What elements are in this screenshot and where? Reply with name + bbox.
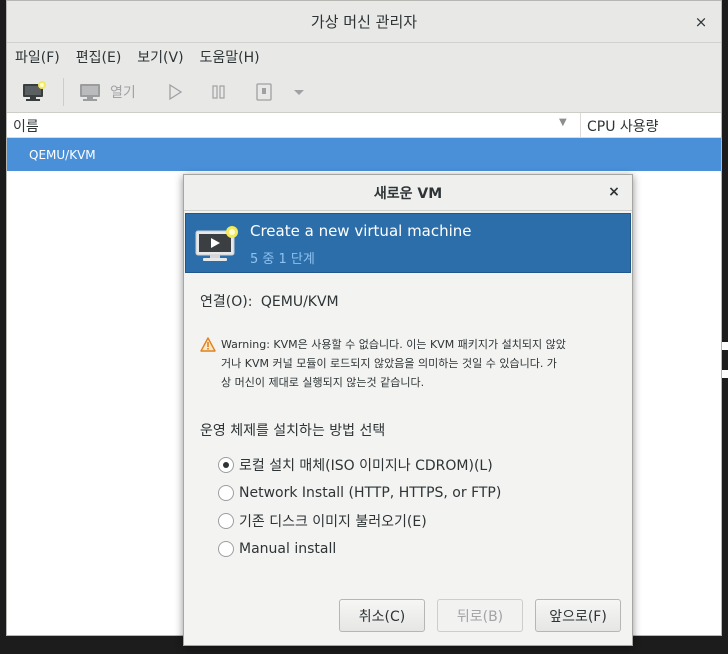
- window-titlebar: 가상 머신 관리자 ×: [7, 1, 721, 43]
- warning-text: Warning: KVM은 사용할 수 없습니다. 이는 KVM 패키지가 설치…: [221, 335, 610, 392]
- radio-local-media[interactable]: [218, 457, 234, 473]
- shutdown-dropdown-button[interactable]: [286, 76, 312, 108]
- option-label: 기존 디스크 이미지 불러오기(E): [239, 514, 427, 530]
- pause-button[interactable]: [204, 76, 234, 108]
- edge-decoration-inner: [722, 350, 728, 370]
- vm-monitor-icon: [195, 226, 238, 261]
- install-method-label: 운영 체제를 설치하는 방법 선택: [200, 423, 386, 439]
- dropdown-icon: [293, 89, 304, 95]
- banner-title: Create a new virtual machine: [250, 222, 472, 240]
- vm-list-header: 이름 ▼ CPU 사용량: [7, 113, 721, 138]
- connection-row: 연결(O): QEMU/KVM: [200, 291, 339, 311]
- radio-network-install[interactable]: [218, 485, 234, 501]
- vm-list-row[interactable]: QEMU/KVM: [7, 138, 721, 171]
- option-import-disk[interactable]: 기존 디스크 이미지 불러오기(E): [218, 507, 501, 535]
- open-console-button[interactable]: 열기: [72, 76, 142, 108]
- warning-icon: [200, 337, 216, 352]
- connection-label: 연결(O):: [200, 294, 253, 310]
- forward-button[interactable]: 앞으로(F): [535, 599, 621, 632]
- menu-edit[interactable]: 편집(E): [76, 47, 122, 67]
- warning-line: 상 머신이 제대로 실행되지 않는것 같습니다.: [221, 376, 425, 389]
- dialog-title: 새로운 VM: [373, 185, 443, 202]
- run-button[interactable]: [160, 76, 190, 108]
- sort-down-icon: ▼: [559, 117, 567, 128]
- banner-step: 5 중 1 단계: [250, 252, 315, 267]
- kvm-warning: Warning: KVM은 사용할 수 없습니다. 이는 KVM 패키지가 설치…: [200, 335, 610, 392]
- cancel-button[interactable]: 취소(C): [339, 599, 425, 632]
- back-button[interactable]: 뒤로(B): [437, 599, 523, 632]
- shutdown-button[interactable]: [248, 76, 280, 108]
- open-console-icon: [80, 83, 100, 101]
- dialog-close-button[interactable]: ×: [604, 182, 624, 202]
- open-label: 열기: [110, 84, 136, 101]
- warning-line: 거나 KVM 커널 모듈이 로드되지 않았음을 의미하는 것일 수 있습니다. …: [221, 357, 557, 370]
- window-close-button[interactable]: ×: [691, 12, 711, 32]
- toolbar: 열기: [7, 71, 721, 113]
- menu-view[interactable]: 보기(V): [137, 47, 183, 67]
- toolbar-separator: [63, 77, 64, 106]
- install-options: 로컬 설치 매체(ISO 이미지나 CDROM)(L) Network Inst…: [218, 451, 501, 563]
- run-icon: [169, 83, 182, 100]
- warning-line: Warning: KVM은 사용할 수 없습니다. 이는 KVM 패키지가 설치…: [221, 338, 566, 351]
- column-cpu-header[interactable]: CPU 사용량: [587, 116, 659, 136]
- option-network-install[interactable]: Network Install (HTTP, HTTPS, or FTP): [218, 479, 501, 507]
- option-label: Manual install: [239, 541, 337, 557]
- window-title: 가상 머신 관리자: [310, 13, 418, 31]
- option-label: Network Install (HTTP, HTTPS, or FTP): [239, 485, 502, 501]
- new-vm-button[interactable]: [15, 76, 55, 108]
- option-label: 로컬 설치 매체(ISO 이미지나 CDROM)(L): [239, 458, 493, 474]
- wizard-banner: Create a new virtual machine 5 중 1 단계: [185, 213, 631, 273]
- shutdown-icon: [256, 82, 272, 101]
- pause-icon: [212, 84, 225, 99]
- new-vm-dialog: 새로운 VM × Create a new virtual machine 5 …: [183, 174, 633, 646]
- menu-file[interactable]: 파일(F): [15, 47, 60, 67]
- new-vm-icon: [23, 80, 46, 101]
- radio-manual-install[interactable]: [218, 541, 234, 557]
- menubar: 파일(F) 편집(E) 보기(V) 도움말(H): [7, 43, 721, 71]
- menu-help[interactable]: 도움말(H): [200, 47, 260, 67]
- option-manual-install[interactable]: Manual install: [218, 535, 501, 563]
- column-name-header[interactable]: 이름: [13, 116, 39, 136]
- connection-value: QEMU/KVM: [260, 294, 339, 310]
- vm-row-name: QEMU/KVM: [29, 147, 96, 162]
- option-local-media[interactable]: 로컬 설치 매체(ISO 이미지나 CDROM)(L): [218, 451, 501, 479]
- dialog-titlebar: 새로운 VM ×: [184, 175, 632, 211]
- radio-import-disk[interactable]: [218, 513, 234, 529]
- column-divider: [580, 113, 581, 138]
